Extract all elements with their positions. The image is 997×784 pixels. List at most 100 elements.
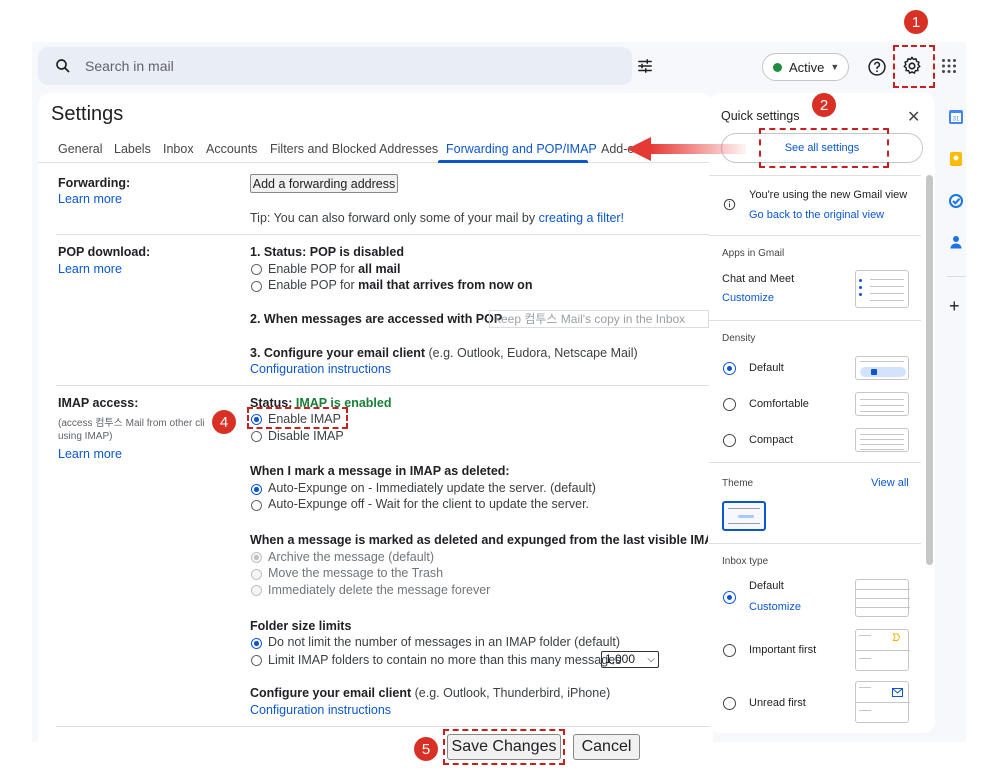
chevron-down-icon: ⌵ xyxy=(647,654,655,665)
limit-folders-label: Limit IMAP folders to contain no more th… xyxy=(268,653,622,667)
density-default-preview xyxy=(855,356,909,380)
active-tab-indicator xyxy=(438,160,588,163)
imap-learn-more-link[interactable]: Learn more xyxy=(58,447,122,461)
divider xyxy=(709,462,921,463)
limit-count-select[interactable]: 1,000 ⌵ xyxy=(601,651,659,668)
see-all-settings-highlight-box xyxy=(759,128,889,168)
pop-configure-hint: (e.g. Outlook, Eudora, Netscape Mail) xyxy=(425,346,638,360)
disable-imap-radio[interactable] xyxy=(251,431,262,442)
imap-config-instructions-link[interactable]: Configuration instructions xyxy=(250,703,391,717)
search-options-icon[interactable] xyxy=(636,57,654,75)
inbox-customize-link[interactable]: Customize xyxy=(749,601,801,613)
limit-count-value: 1,000 xyxy=(605,652,636,666)
gear-icon[interactable] xyxy=(901,55,923,77)
pop-opt2-emphasis: mail that arrives from now on xyxy=(358,278,533,292)
density-comfortable-radio[interactable] xyxy=(723,398,736,411)
auto-expunge-on-label: Auto-Expunge on - Immediately update the… xyxy=(268,481,596,495)
inbox-default-radio[interactable] xyxy=(723,591,736,604)
pop-opt2-prefix: Enable POP for xyxy=(268,278,359,292)
inbox-default-preview xyxy=(855,579,910,617)
calendar-icon[interactable]: 31 xyxy=(949,110,963,124)
annotation-arrow-shaft xyxy=(650,144,746,154)
no-limit-label: Do not limit the number of messages in a… xyxy=(268,635,621,649)
help-icon[interactable] xyxy=(867,57,887,77)
view-all-themes-link[interactable]: View all xyxy=(871,477,909,489)
unread-first-label: Unread first xyxy=(749,697,806,709)
density-section-label: Density xyxy=(722,333,756,344)
auto-expunge-off-radio[interactable] xyxy=(251,500,262,511)
archive-message-label: Archive the message (default) xyxy=(268,550,435,564)
create-filter-link[interactable]: creating a filter! xyxy=(539,211,624,225)
tab-inbox[interactable]: Inbox xyxy=(163,142,194,156)
tab-forwarding-pop-imap[interactable]: Forwarding and POP/IMAP xyxy=(446,142,597,156)
density-default-radio[interactable] xyxy=(723,362,736,375)
pop-opt1-emphasis: all mail xyxy=(358,262,401,276)
go-back-original-link[interactable]: Go back to the original view xyxy=(749,209,884,221)
imap-sub-label-1: (access 컴투스 Mail from other cli xyxy=(58,418,205,429)
tab-labels[interactable]: Labels xyxy=(114,142,151,156)
important-first-radio[interactable] xyxy=(723,644,736,657)
status-dropdown[interactable]: Active ▼ xyxy=(762,53,849,81)
settings-tabs: General Labels Inbox Accounts Filters an… xyxy=(38,133,713,163)
page-title: Settings xyxy=(51,103,124,125)
archive-message-radio[interactable] xyxy=(251,552,262,563)
status-dot-icon xyxy=(773,62,782,72)
divider xyxy=(709,235,921,236)
envelope-icon xyxy=(892,688,903,697)
quick-settings-panel: Quick settings ✕ See all settings You're… xyxy=(709,93,935,733)
add-addon-icon[interactable]: + xyxy=(949,297,960,315)
theme-section-label: Theme xyxy=(722,478,754,489)
cancel-button[interactable]: Cancel xyxy=(573,734,640,760)
caret-down-icon: ▼ xyxy=(830,62,840,72)
imap-deleted-heading: When I mark a message in IMAP as deleted… xyxy=(250,464,510,478)
pop-download-label: POP download: xyxy=(58,245,151,259)
move-to-trash-radio[interactable] xyxy=(251,569,262,580)
contacts-icon[interactable] xyxy=(949,235,963,249)
imap-client-hint: (e.g. Outlook, Thunderbird, iPhone) xyxy=(411,686,611,700)
disable-imap-label: Disable IMAP xyxy=(268,429,344,443)
add-forwarding-address-button[interactable]: Add a forwarding address xyxy=(250,174,398,193)
no-limit-radio[interactable] xyxy=(251,638,262,649)
search-bar[interactable]: Search in mail xyxy=(38,47,652,85)
annotation-badge-1: 1 xyxy=(904,10,928,34)
important-marker-icon: ᗤ xyxy=(892,633,901,644)
forwarding-learn-more-link[interactable]: Learn more xyxy=(58,192,122,206)
pop-opt1-prefix: Enable POP for xyxy=(268,262,359,276)
pop-config-instructions-link[interactable]: Configuration instructions xyxy=(250,362,391,376)
imap-configure-client: Configure your email client (e.g. Outloo… xyxy=(250,686,610,700)
important-first-label: Important first xyxy=(749,644,817,656)
pop-learn-more-link[interactable]: Learn more xyxy=(58,262,122,276)
close-icon[interactable]: ✕ xyxy=(907,107,920,127)
keep-icon[interactable] xyxy=(949,152,963,166)
pop-action-select[interactable]: keep 컴투스 Mail's copy in the Inbox xyxy=(489,310,709,328)
divider xyxy=(56,385,713,386)
limit-folders-radio[interactable] xyxy=(251,655,262,666)
density-compact-radio[interactable] xyxy=(723,434,736,447)
pop-all-mail-radio[interactable] xyxy=(251,264,262,275)
quick-settings-title: Quick settings xyxy=(721,109,800,123)
tasks-icon[interactable] xyxy=(949,194,963,208)
apps-section-label: Apps in Gmail xyxy=(722,248,785,259)
auto-expunge-on-radio[interactable] xyxy=(251,484,262,495)
chat-meet-label: Chat and Meet xyxy=(722,273,795,285)
apps-grid-icon[interactable] xyxy=(941,58,957,74)
tab-filters[interactable]: Filters and Blocked Addresses xyxy=(270,142,438,156)
divider xyxy=(56,726,713,727)
tab-accounts[interactable]: Accounts xyxy=(206,142,257,156)
search-input[interactable]: Search in mail xyxy=(85,58,174,74)
theme-preview-thumbnail[interactable] xyxy=(722,501,766,531)
side-app-strip: 31 + xyxy=(939,93,971,733)
apps-customize-link[interactable]: Customize xyxy=(722,292,774,304)
quick-settings-scrollbar[interactable] xyxy=(926,175,933,565)
density-comfortable-preview xyxy=(855,392,909,416)
pop-configure-head: 3. Configure your email client xyxy=(250,346,426,360)
pop-from-now-radio[interactable] xyxy=(251,281,262,292)
unread-first-radio[interactable] xyxy=(723,697,736,710)
divider xyxy=(56,234,713,235)
imap-client-head: Configure your email client xyxy=(250,686,412,700)
auto-expunge-off-label: Auto-Expunge off - Wait for the client t… xyxy=(268,497,590,511)
delete-forever-radio[interactable] xyxy=(251,585,262,596)
density-compact-label: Compact xyxy=(749,434,794,446)
density-default-label: Default xyxy=(749,362,784,374)
tab-general[interactable]: General xyxy=(58,142,102,156)
